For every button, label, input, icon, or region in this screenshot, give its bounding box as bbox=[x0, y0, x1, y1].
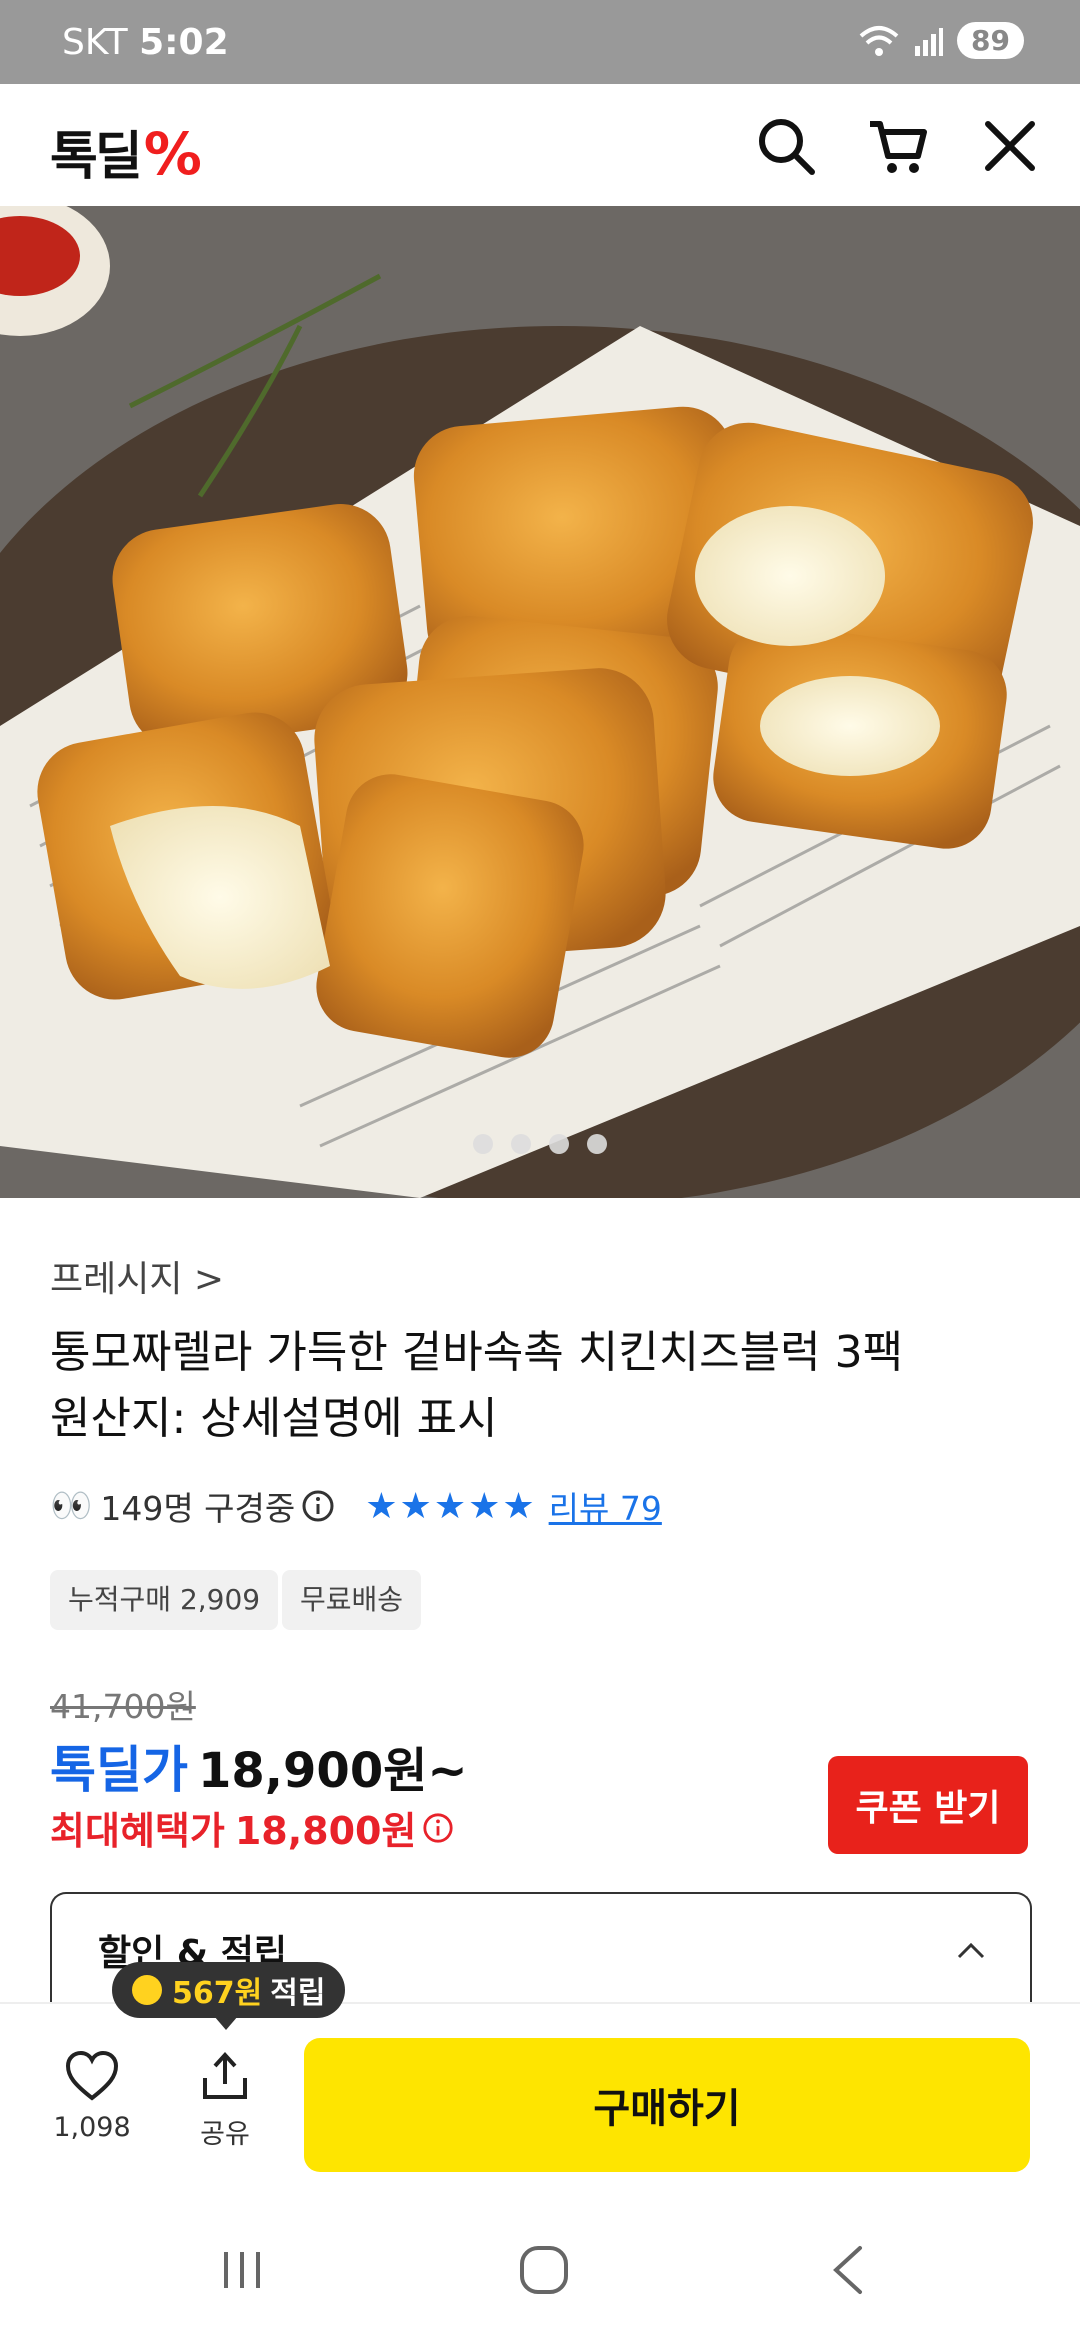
home-icon[interactable] bbox=[518, 2242, 570, 2298]
deal-price: 18,900원~ bbox=[198, 1743, 468, 1799]
deal-label: 톡딜가 bbox=[50, 1741, 188, 1799]
carousel-dot[interactable] bbox=[549, 1134, 569, 1154]
brand-link[interactable]: 프레시지 > bbox=[50, 1250, 224, 1302]
like-button[interactable]: 1,098 bbox=[52, 2050, 132, 2143]
share-button[interactable]: 공유 bbox=[185, 2050, 265, 2151]
product-image-carousel[interactable] bbox=[0, 206, 1080, 1198]
coin-icon bbox=[132, 1975, 162, 2005]
back-icon[interactable] bbox=[828, 2244, 868, 2296]
max-benefit-price: 18,800원 bbox=[234, 1809, 417, 1853]
purchase-count-tag: 누적구매 2,909 bbox=[50, 1570, 279, 1630]
reward-amount: 567원 bbox=[172, 1976, 263, 2011]
max-benefit-row: 최대혜택가 18,800원 bbox=[50, 1800, 454, 1855]
get-coupon-button[interactable]: 쿠폰 받기 bbox=[828, 1756, 1028, 1854]
info-icon[interactable] bbox=[422, 1812, 454, 1844]
origin-line: 원산지: 상세설명에 표시 bbox=[50, 1393, 498, 1444]
product-photo bbox=[0, 206, 1080, 1198]
logo-mark: % bbox=[143, 120, 202, 188]
cart-icon[interactable] bbox=[866, 114, 930, 178]
viewer-count: 149명 구경중 bbox=[100, 1489, 296, 1528]
buy-button[interactable]: 구매하기 bbox=[304, 2038, 1030, 2172]
like-count: 1,098 bbox=[53, 2112, 131, 2143]
share-label: 공유 bbox=[200, 2119, 250, 2150]
product-title: 통모짜렐라 가득한 겉바속촉 치킨치즈블럭 3팩 원산지: 상세설명에 표시 bbox=[50, 1320, 1030, 1452]
battery-indicator: 89 bbox=[957, 22, 1024, 59]
tooltip-arrow bbox=[214, 2016, 238, 2030]
signal-icon bbox=[915, 27, 944, 56]
reward-tooltip: 567원 적립 bbox=[112, 1962, 346, 2018]
status-left: SKT 5:02 bbox=[62, 22, 229, 63]
free-shipping-tag: 무료배송 bbox=[282, 1570, 422, 1630]
wifi-icon bbox=[859, 25, 899, 56]
app-header: 톡딜% bbox=[0, 84, 1080, 208]
chevron-up-icon[interactable] bbox=[956, 1940, 986, 1960]
search-icon[interactable] bbox=[754, 114, 818, 178]
meta-row: 👀 149명 구경중 ★★★★★ 리뷰 79 bbox=[50, 1482, 662, 1530]
clock: 5:02 bbox=[139, 22, 229, 63]
carousel-dot[interactable] bbox=[587, 1134, 607, 1154]
info-icon[interactable] bbox=[301, 1489, 335, 1523]
reward-text: 적립 bbox=[270, 1976, 326, 2011]
max-benefit-label: 최대혜택가 bbox=[50, 1809, 225, 1853]
recent-apps-icon[interactable] bbox=[218, 2246, 266, 2294]
carousel-dot[interactable] bbox=[511, 1134, 531, 1154]
carousel-dot[interactable] bbox=[473, 1134, 493, 1154]
rating-stars: ★★★★★ bbox=[365, 1485, 537, 1527]
eyes-icon: 👀 bbox=[50, 1486, 93, 1526]
heart-icon bbox=[65, 2050, 119, 2101]
talkdeal-logo[interactable]: 톡딜% bbox=[50, 114, 202, 189]
share-icon bbox=[203, 2052, 247, 2099]
status-right: 89 bbox=[859, 22, 1024, 59]
review-link[interactable]: 리뷰 79 bbox=[549, 1482, 662, 1530]
close-icon[interactable] bbox=[978, 114, 1042, 178]
deal-price-row: 톡딜가 18,900원~ bbox=[50, 1730, 468, 1802]
title-line: 통모짜렐라 가득한 겉바속촉 치킨치즈블럭 3팩 bbox=[50, 1327, 904, 1378]
system-nav-bar bbox=[0, 2202, 1080, 2340]
carrier-label: SKT bbox=[62, 22, 128, 63]
logo-text: 톡딜 bbox=[50, 127, 143, 187]
original-price: 41,700원 bbox=[50, 1687, 196, 1726]
carousel-indicator[interactable] bbox=[0, 1134, 1080, 1154]
status-bar: SKT 5:02 89 bbox=[0, 0, 1080, 84]
